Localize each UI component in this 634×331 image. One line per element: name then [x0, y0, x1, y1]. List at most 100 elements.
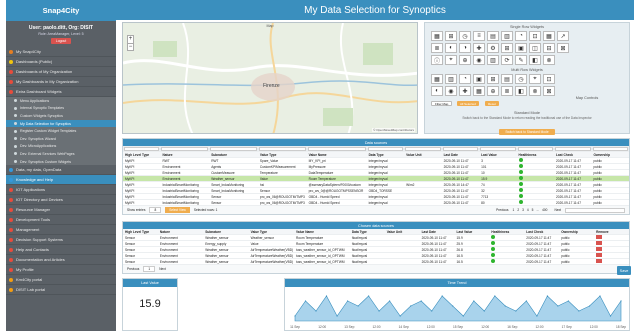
zoom-out-icon[interactable]: −	[128, 43, 133, 50]
reset-button[interactable]: Reset	[485, 101, 499, 106]
sidebar-item-items2-7[interactable]: Decision Support Systems	[6, 235, 116, 246]
save-button[interactable]: Save	[617, 266, 631, 275]
sidebar-item-items-1[interactable]: Dashboards (Public)	[6, 57, 116, 67]
column-header[interactable]: Value Name	[307, 153, 367, 157]
column-header[interactable]: Healthiness	[517, 153, 554, 157]
column-header[interactable]: High Level Type	[123, 153, 160, 157]
multi-widget-icon[interactable]: ▦	[473, 86, 485, 96]
column-header[interactable]: Nature	[158, 230, 203, 234]
multi-widget-icon[interactable]: ⊡	[543, 74, 555, 84]
single-widget-icon[interactable]: ✚	[473, 43, 485, 53]
single-widget-icon[interactable]: ◔	[515, 31, 527, 41]
sidebar-item-items2-4[interactable]: Resource Manager	[6, 205, 116, 216]
sidebar-item-items-0[interactable]: My Snap4City	[6, 47, 116, 57]
page-link[interactable]: 3	[522, 208, 524, 212]
column-header[interactable]: Value Type	[249, 230, 294, 234]
chosen-next-button[interactable]: Next	[159, 267, 166, 271]
sidebar-item-items-3[interactable]: My Dashboards in My Organization	[6, 77, 116, 87]
single-widget-icon[interactable]: ◉	[473, 55, 485, 65]
column-filter-input[interactable]	[307, 146, 366, 151]
sidebar-item-items2-2[interactable]: IOT Applications	[6, 185, 116, 196]
sidebar-item-items-2[interactable]: Dashboards of My Organization	[6, 67, 116, 77]
multi-widget-icon[interactable]: ▦	[431, 74, 443, 84]
single-widget-icon[interactable]: ⓘ	[431, 55, 443, 65]
multi-widget-icon[interactable]: ⊠	[543, 86, 555, 96]
multi-widget-icon[interactable]: ◧	[515, 86, 527, 96]
single-widget-icon[interactable]: ◫	[529, 43, 541, 53]
page-link[interactable]: 1	[513, 208, 515, 212]
column-filter-input[interactable]	[124, 146, 160, 151]
column-filter-input[interactable]	[480, 146, 516, 151]
multi-widget-icon[interactable]: ✚	[459, 86, 471, 96]
single-widget-icon[interactable]: ⊡	[529, 31, 541, 41]
remove-row-button[interactable]	[596, 259, 603, 263]
column-header[interactable]: Last Check	[524, 230, 559, 234]
single-widget-icon[interactable]: ⟳	[501, 55, 513, 65]
map-canvas[interactable]	[123, 23, 418, 134]
sidebar-item-items2-0[interactable]: Data, my data, OpenData	[6, 165, 116, 176]
column-header[interactable]: Healthiness	[489, 230, 524, 234]
column-header[interactable]: Last Value	[479, 153, 516, 157]
sidebar-subitem-subitems-7[interactable]: Dev. External Services WebPages	[6, 150, 116, 158]
multi-widget-icon[interactable]: ▤	[501, 74, 513, 84]
page-link[interactable]: 5	[532, 208, 534, 212]
single-widget-icon[interactable]: ⊗	[543, 55, 555, 65]
single-widget-icon[interactable]: ▥	[501, 31, 513, 41]
column-filter-input[interactable]	[258, 146, 306, 151]
sidebar-subitem-subitems-0[interactable]: Menu Applications	[6, 97, 116, 105]
multi-widget-icon[interactable]: ⊕	[487, 86, 499, 96]
column-filter-input[interactable]	[367, 146, 404, 151]
column-header[interactable]: Remove	[594, 230, 629, 234]
column-header[interactable]: Value Unit	[385, 230, 420, 234]
select-view-button[interactable]: Select View	[165, 207, 190, 213]
sidebar-item-items2-3[interactable]: IOT Directory and Devices	[6, 195, 116, 206]
all-selected-button[interactable]: All Selected	[457, 101, 479, 106]
filter-map-button[interactable]: Filter Map	[431, 101, 453, 106]
column-filter-input[interactable]	[405, 146, 441, 151]
page-link[interactable]: 4	[527, 208, 529, 212]
sidebar-item-items-4[interactable]: Extra Dashboard Widgets	[6, 87, 116, 97]
sidebar-subitem-subitems-6[interactable]: Dev. MicroApplications	[6, 142, 116, 151]
sidebar-item-items2-1[interactable]: Knowledge and Help	[6, 175, 116, 186]
logout-button[interactable]: Logout	[50, 37, 72, 44]
sidebar-item-items2-10[interactable]: My Profile	[6, 265, 116, 276]
multi-widget-icon[interactable]: ▥	[445, 74, 457, 84]
single-widget-icon[interactable]: ⌖	[445, 55, 457, 65]
column-header[interactable]: Ownership	[559, 230, 594, 234]
single-widget-icon[interactable]: ▦	[543, 31, 555, 41]
single-widget-icon[interactable]: ✎	[515, 55, 527, 65]
remove-row-button[interactable]	[596, 253, 603, 257]
show-entries-select[interactable]: 8	[149, 207, 162, 213]
sidebar-item-items2-5[interactable]: Development Tools	[6, 215, 116, 226]
sidebar-item-items2-11[interactable]: Km4City portal	[6, 275, 116, 286]
column-header[interactable]: Nature	[160, 153, 209, 157]
column-header[interactable]: Ownership	[592, 153, 629, 157]
single-widget-icon[interactable]: ⊞	[501, 43, 513, 53]
column-header[interactable]: Subnature	[209, 153, 258, 157]
previous-page-button[interactable]: Previous	[496, 208, 508, 212]
chosen-previous-button[interactable]: Previous	[127, 267, 139, 271]
sidebar-subitem-subitems-1[interactable]: Internal Synoptic Templates	[6, 104, 116, 113]
single-widget-icon[interactable]: ⊟	[543, 43, 555, 53]
multi-widget-icon[interactable]: ⊞	[487, 74, 499, 84]
zoom-in-icon[interactable]: +	[128, 36, 133, 43]
column-header[interactable]: Last Date	[442, 153, 479, 157]
multi-widget-icon[interactable]: ◉	[445, 86, 457, 96]
multi-widget-icon[interactable]: ⊗	[529, 86, 541, 96]
column-header[interactable]: Value Type	[258, 153, 307, 157]
sidebar-subitem-subitems-3[interactable]: My Data Selection for Synoptics	[6, 119, 116, 128]
single-widget-icon[interactable]: ⚙	[487, 43, 499, 53]
chosen-page-number[interactable]: 1	[143, 266, 156, 272]
remove-row-button[interactable]	[596, 241, 603, 245]
sidebar-subitem-subitems-4[interactable]: Register Custom Widget Templates	[6, 127, 116, 135]
column-filter-input[interactable]	[442, 146, 479, 151]
sidebar-subitem-subitems-5[interactable]: Dev. Synoptics Wizard	[6, 134, 116, 143]
single-widget-icon[interactable]: ◷	[459, 31, 471, 41]
single-widget-icon[interactable]: ⊠	[557, 43, 569, 53]
column-header[interactable]: Data Type	[367, 153, 404, 157]
single-widget-icon[interactable]: ▣	[515, 43, 527, 53]
column-filter-input[interactable]	[555, 146, 591, 151]
column-header[interactable]: High Level Type	[123, 230, 158, 234]
column-header[interactable]: Value Unit	[404, 153, 441, 157]
column-filter-input[interactable]	[517, 146, 554, 151]
